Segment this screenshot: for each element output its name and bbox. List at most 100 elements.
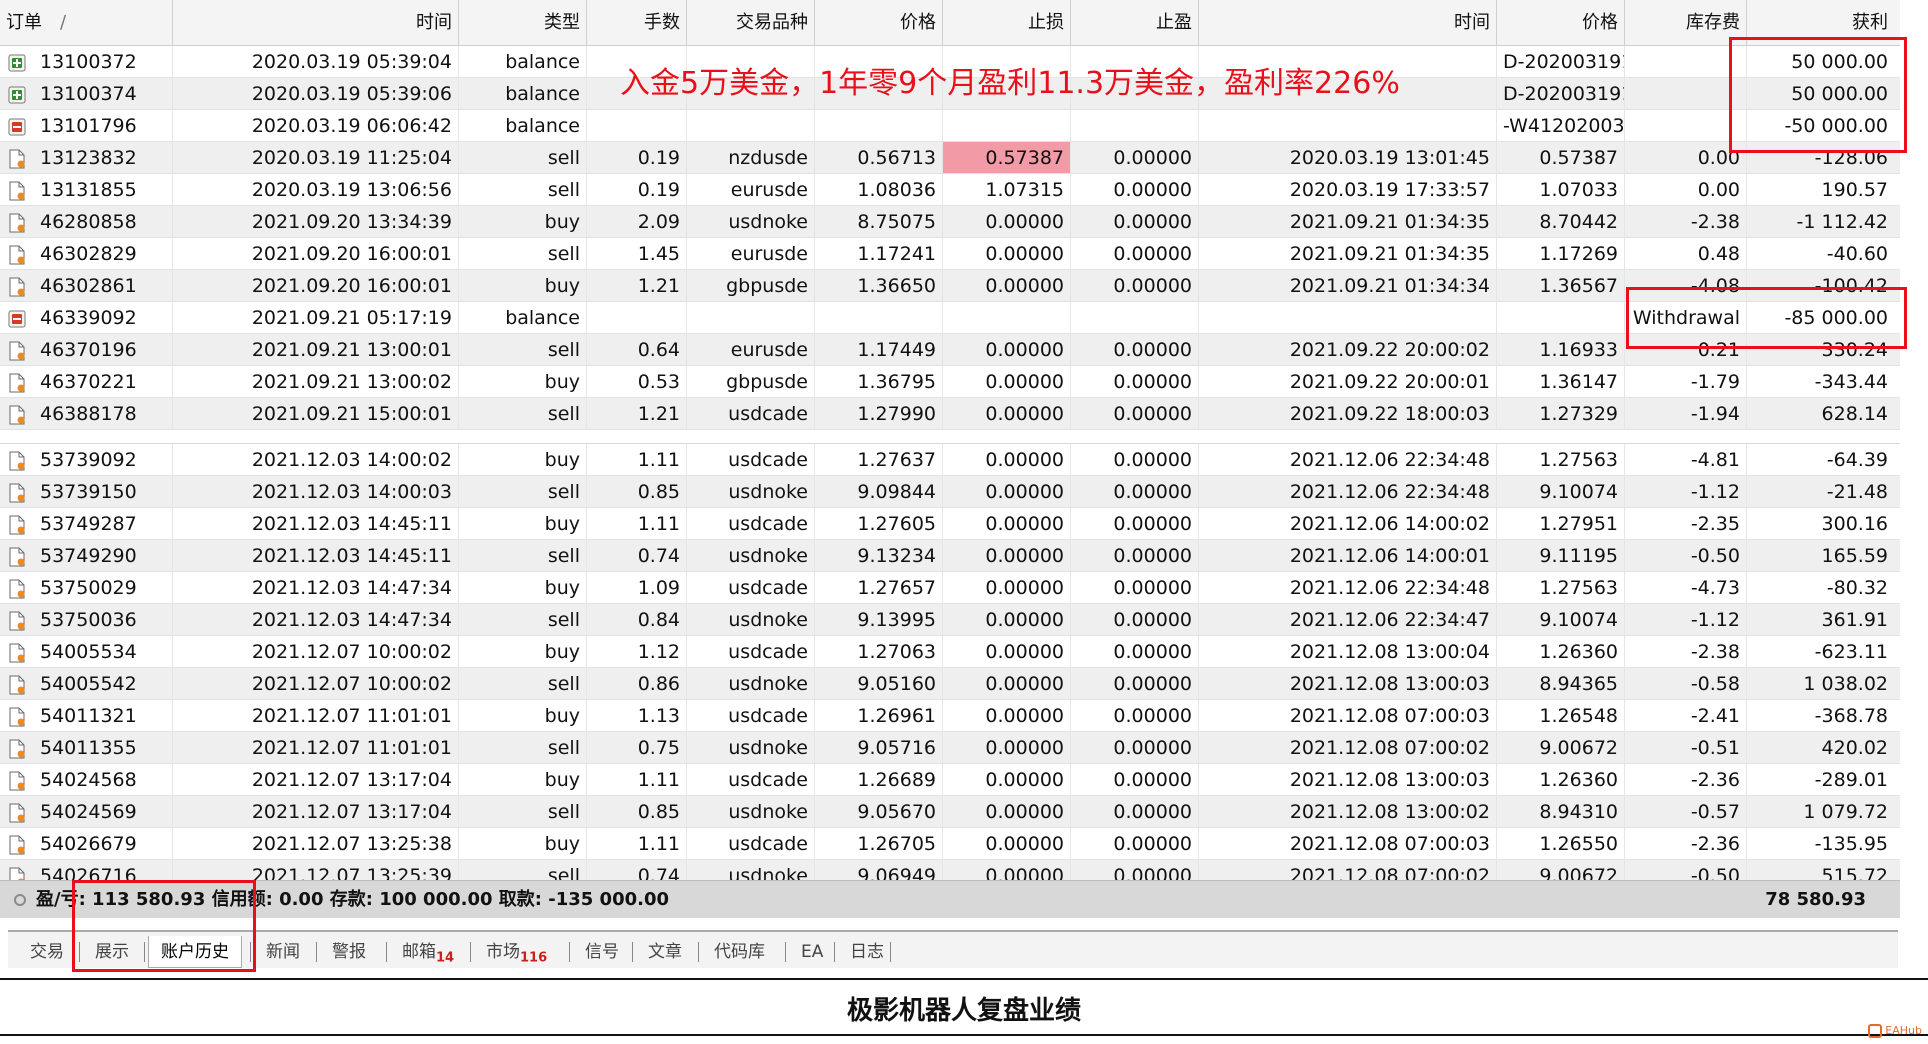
ticket-number: 53749290 (40, 545, 137, 567)
tab-label: 文章 (648, 942, 682, 962)
col-swap: 0.00 (1624, 142, 1746, 173)
table-row[interactable]: 54024568 2021.12.07 13:17:04 buy 1.11 usdcad… (0, 764, 1900, 796)
tab-9[interactable]: 文章 (636, 936, 694, 968)
table-row[interactable]: 46280858 2021.09.20 13:34:39 buy 2.09 usdnok… (0, 206, 1900, 238)
col-close-price: 9.10074 (1496, 604, 1624, 635)
col-close-time-header[interactable]: 时间 (1198, 0, 1496, 45)
col-swap: -1.94 (1624, 398, 1746, 429)
col-open-time: 2021.09.20 13:34:39 (172, 206, 458, 237)
col-ticket: 13123832 (0, 142, 172, 173)
col-profit: -135.95 (1746, 828, 1894, 859)
col-volume: 0.85 (586, 796, 686, 827)
tab-separator (316, 942, 317, 962)
table-row[interactable]: 13123832 2020.03.19 11:25:04 sell 0.19 nzdus… (0, 142, 1900, 174)
table-row[interactable]: 53750029 2021.12.03 14:47:34 buy 1.09 usdcad… (0, 572, 1900, 604)
col-price: 0.56713 (814, 142, 942, 173)
col-sl (942, 110, 1070, 141)
column-header-label: 价格 (900, 12, 936, 33)
col-open-time: 2020.03.19 11:25:04 (172, 142, 458, 173)
col-price: 1.36650 (814, 270, 942, 301)
table-row[interactable]: 46370196 2021.09.21 13:00:01 sell 0.64 eurus… (0, 334, 1900, 366)
col-ticket-header[interactable]: 订单 / (0, 0, 172, 45)
col-type-header[interactable]: 类型 (458, 0, 586, 45)
history-table: 订单 / 时间 类型 手数 交易品种 价格 止损 止盈 时间 价格 库存费 获利 13100372 2020… (0, 0, 1900, 892)
table-row[interactable]: 54005534 2021.12.07 10:00:02 buy 1.12 usdcad… (0, 636, 1900, 668)
col-volume-header[interactable]: 手数 (586, 0, 686, 45)
col-sl: 0.00000 (942, 796, 1070, 827)
tab-5[interactable]: 警报 (320, 936, 378, 968)
col-sl: 0.00000 (942, 604, 1070, 635)
col-close-price: 0.57387 (1496, 142, 1624, 173)
tab-8[interactable]: 信号 (573, 936, 631, 968)
tab-4[interactable]: 新闻 (254, 936, 312, 968)
col-type: balance (458, 78, 586, 109)
table-row[interactable]: 46388178 2021.09.21 15:00:01 sell 1.21 usdca… (0, 398, 1900, 430)
table-row[interactable]: 54026679 2021.12.07 13:25:38 buy 1.11 usdcad… (0, 828, 1900, 860)
col-open-time: 2020.03.19 06:06:42 (172, 110, 458, 141)
col-ticket: 13100374 (0, 78, 172, 109)
col-close-time: 2021.12.08 13:00:03 (1198, 668, 1496, 699)
table-row[interactable]: 46339092 2021.09.21 05:17:19 balance Withdr… (0, 302, 1900, 334)
col-sl: 0.00000 (942, 732, 1070, 763)
col-open-time: 2020.03.19 05:39:06 (172, 78, 458, 109)
col-symbol: usdnoke (686, 732, 814, 763)
col-sl: 0.00000 (942, 764, 1070, 795)
table-row[interactable]: 13101796 2020.03.19 06:06:42 balance -W4120… (0, 110, 1900, 142)
col-swap-header[interactable]: 库存费 (1624, 0, 1746, 45)
table-row[interactable]: 54011355 2021.12.07 11:01:01 sell 0.75 usdno… (0, 732, 1900, 764)
col-price-header[interactable]: 价格 (814, 0, 942, 45)
col-swap: -0.51 (1624, 732, 1746, 763)
col-open-time: 2021.12.07 13:17:04 (172, 764, 458, 795)
tab-separator (470, 942, 471, 962)
col-close-time: 2021.09.22 20:00:02 (1198, 334, 1496, 365)
table-row[interactable]: 54011321 2021.12.07 11:01:01 buy 1.13 usdcad… (0, 700, 1900, 732)
col-close-price: 9.10074 (1496, 476, 1624, 507)
table-row[interactable]: 53750036 2021.12.03 14:47:34 sell 0.84 usdno… (0, 604, 1900, 636)
col-symbol: eurusde (686, 174, 814, 205)
col-symbol: usdnoke (686, 476, 814, 507)
col-type: sell (458, 668, 586, 699)
col-open-time: 2021.09.20 16:00:01 (172, 270, 458, 301)
tab-10[interactable]: 代码库 (702, 936, 777, 968)
table-row[interactable]: 54024569 2021.12.07 13:17:04 sell 0.85 usdno… (0, 796, 1900, 828)
table-row[interactable]: 46302861 2021.09.20 16:00:01 buy 1.21 gbpusd… (0, 270, 1900, 302)
col-swap: -0.58 (1624, 668, 1746, 699)
col-close-time: 2021.12.08 13:00:02 (1198, 796, 1496, 827)
balance-minus-icon (8, 117, 26, 137)
table-row[interactable]: 46302829 2021.09.20 16:00:01 sell 1.45 eurus… (0, 238, 1900, 270)
tab-7[interactable]: 市场116 (474, 936, 559, 968)
table-row[interactable]: 53749290 2021.12.03 14:45:11 sell 0.74 usdno… (0, 540, 1900, 572)
col-close-price-header[interactable]: 价格 (1496, 0, 1624, 45)
col-symbol: usdcade (686, 444, 814, 475)
col-close-price: 1.27563 (1496, 572, 1624, 603)
table-row[interactable]: 53749287 2021.12.03 14:45:11 buy 1.11 usdcad… (0, 508, 1900, 540)
terminal-tabs: 交易 展示 账户历史 新闻 警报 邮箱14 市场116 信号 文章 代码库 EA 日志 (8, 930, 1898, 968)
tab-12[interactable]: 日志 (838, 936, 896, 968)
col-volume: 1.13 (586, 700, 686, 731)
col-close-price: 1.26360 (1496, 636, 1624, 667)
col-price: 9.05670 (814, 796, 942, 827)
tab-6[interactable]: 邮箱14 (390, 936, 466, 968)
col-sl-header[interactable]: 止损 (942, 0, 1070, 45)
table-row[interactable]: 13131855 2020.03.19 13:06:56 sell 0.19 eurus… (0, 174, 1900, 206)
col-price (814, 302, 942, 333)
col-open-time: 2021.12.07 11:01:01 (172, 700, 458, 731)
col-open-time-header[interactable]: 时间 (172, 0, 458, 45)
col-volume: 2.09 (586, 206, 686, 237)
table-row[interactable]: 54005542 2021.12.07 10:00:02 sell 0.86 usdno… (0, 668, 1900, 700)
col-type: balance (458, 110, 586, 141)
tab-11[interactable]: EA (789, 936, 835, 968)
col-profit: 165.59 (1746, 540, 1894, 571)
col-close-price: 1.17269 (1496, 238, 1624, 269)
col-close-price: 1.26548 (1496, 700, 1624, 731)
table-row[interactable]: 53739092 2021.12.03 14:00:02 buy 1.11 usdcad… (0, 444, 1900, 476)
tab-1[interactable]: 交易 (18, 936, 76, 968)
col-tp-header[interactable]: 止盈 (1070, 0, 1198, 45)
table-row[interactable]: 53739150 2021.12.03 14:00:03 sell 0.85 usdno… (0, 476, 1900, 508)
col-volume: 0.53 (586, 366, 686, 397)
col-price: 8.75075 (814, 206, 942, 237)
col-symbol-header[interactable]: 交易品种 (686, 0, 814, 45)
table-row[interactable]: 46370221 2021.09.21 13:00:02 buy 0.53 gbpusd… (0, 366, 1900, 398)
col-open-time: 2021.12.07 13:25:38 (172, 828, 458, 859)
col-symbol: usdnoke (686, 604, 814, 635)
